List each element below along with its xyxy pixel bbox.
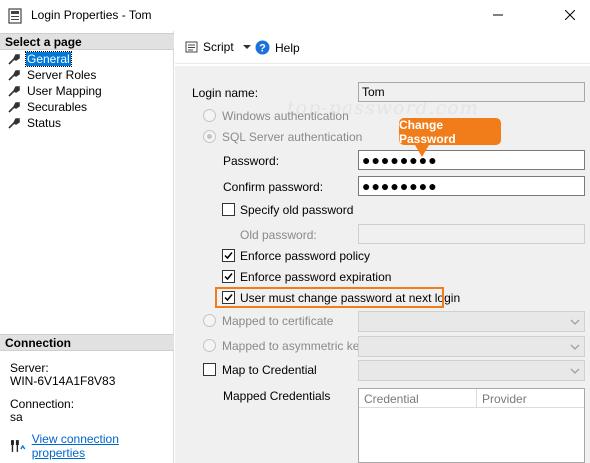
mapped-credentials-grid[interactable]: Credential Provider	[358, 388, 585, 463]
title-bar: Login Properties - Tom	[0, 0, 590, 31]
sql-auth-label: SQL Server authentication	[222, 130, 363, 144]
wrench-icon	[8, 86, 20, 97]
server-label: Server:	[10, 361, 49, 375]
confirm-password-label: Confirm password:	[223, 180, 324, 194]
enforce-policy-checkbox[interactable]	[222, 249, 235, 262]
wrench-icon	[8, 54, 20, 65]
mapped-asym-key-label: Mapped to asymmetric key	[222, 339, 366, 353]
minimize-icon	[493, 14, 503, 16]
chevron-down-icon[interactable]	[242, 43, 252, 51]
callout-pointer	[415, 145, 429, 157]
server-value: WIN-6V14A1F8V83	[10, 374, 116, 388]
mapped-credentials-label: Mapped Credentials	[223, 389, 331, 403]
chevron-down-icon	[570, 368, 580, 374]
script-icon	[185, 41, 198, 53]
mapped-certificate-radio[interactable]	[203, 314, 216, 327]
view-connection-link[interactable]: View connection properties	[32, 432, 173, 460]
help-icon: ?	[255, 40, 270, 55]
password-label: Password:	[223, 154, 280, 168]
page-item-server-roles[interactable]: Server Roles	[8, 67, 97, 83]
mapped-certificate-label: Mapped to certificate	[222, 314, 334, 328]
chevron-down-icon	[570, 319, 580, 325]
enforce-expiration-label: Enforce password expiration	[240, 270, 392, 284]
old-password-field[interactable]	[358, 224, 585, 244]
specify-old-password-label: Specify old password	[240, 203, 354, 217]
connection-header: Connection	[0, 334, 174, 351]
asym-key-select[interactable]	[358, 336, 585, 357]
script-label: Script	[203, 40, 234, 54]
confirm-password-field[interactable]: ●●●●●●●●	[358, 176, 585, 196]
change-password-callout: Change Password	[399, 118, 501, 146]
page-item-status[interactable]: Status	[8, 115, 62, 131]
page-item-securables[interactable]: Securables	[8, 99, 88, 115]
window-title: Login Properties - Tom	[31, 8, 152, 22]
connection-icon	[10, 440, 26, 452]
windows-auth-radio[interactable]	[203, 109, 216, 122]
chevron-down-icon	[570, 344, 580, 350]
svg-text:?: ?	[259, 43, 266, 55]
page-item-label: Status	[27, 116, 62, 130]
windows-auth-label: Windows authentication	[222, 109, 349, 123]
help-label: Help	[275, 40, 300, 55]
wrench-icon	[8, 70, 20, 81]
checkmark-icon	[224, 273, 233, 281]
select-page-header: Select a page	[0, 33, 174, 50]
sql-auth-radio[interactable]	[203, 130, 216, 143]
enforce-policy-label: Enforce password policy	[240, 249, 371, 263]
page-item-general[interactable]: General	[8, 51, 72, 67]
wrench-icon	[8, 102, 20, 113]
page-item-label: Server Roles	[27, 68, 97, 82]
left-panel: Select a page General Server Roles User …	[0, 31, 174, 463]
view-connection-properties[interactable]: View connection properties	[10, 432, 173, 460]
help-button[interactable]: ? Help	[255, 40, 300, 55]
close-button[interactable]	[548, 0, 590, 30]
connection-value: sa	[10, 410, 23, 424]
highlight-box	[215, 287, 444, 308]
page-item-label: Securables	[27, 100, 88, 114]
page-item-label: User Mapping	[27, 84, 102, 98]
mapped-asym-key-radio[interactable]	[203, 339, 216, 352]
grid-header-credential[interactable]: Credential	[359, 389, 477, 408]
credential-select[interactable]	[358, 360, 585, 381]
old-password-label: Old password:	[240, 228, 317, 242]
connection-label: Connection:	[10, 397, 75, 411]
enforce-expiration-checkbox[interactable]	[222, 270, 235, 283]
app-icon	[8, 8, 22, 24]
checkmark-icon	[224, 252, 233, 260]
login-name-field[interactable]: Tom	[358, 82, 585, 102]
page-item-user-mapping[interactable]: User Mapping	[8, 83, 103, 99]
wrench-icon	[8, 118, 20, 129]
general-page: top-password.com Login name: Tom Windows…	[175, 66, 590, 463]
toolbar: Script ? Help	[175, 31, 590, 64]
map-credential-label: Map to Credential	[222, 363, 317, 377]
password-field[interactable]: ●●●●●●●●	[358, 150, 585, 170]
script-button[interactable]: Script	[185, 40, 252, 54]
map-credential-checkbox[interactable]	[203, 363, 216, 376]
specify-old-password-checkbox[interactable]	[222, 203, 235, 216]
login-name-label: Login name:	[192, 86, 259, 100]
page-item-label: General	[25, 51, 72, 67]
grid-header-provider[interactable]: Provider	[477, 389, 584, 408]
minimize-button[interactable]	[476, 0, 520, 30]
certificate-select[interactable]	[358, 311, 585, 332]
close-icon	[565, 10, 575, 20]
